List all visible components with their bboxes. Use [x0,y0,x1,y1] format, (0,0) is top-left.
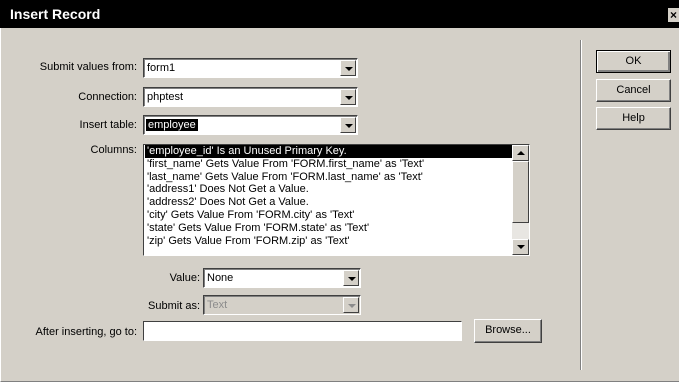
columns-list: 'employee_id' Is an Unused Primary Key. … [145,145,512,247]
browse-button[interactable]: Browse... [474,319,542,343]
arrow-up-icon[interactable] [512,145,529,161]
connection-select[interactable]: phptest [143,87,358,107]
scrollbar-thumb[interactable] [512,161,529,223]
submit-values-from-value: form1 [147,62,176,74]
list-item[interactable]: 'city' Gets Value From 'FORM.city' as 'T… [145,209,512,222]
submit-values-from-label: Submit values from: [39,61,137,73]
chevron-down-icon[interactable] [343,270,359,286]
submit-values-from-select[interactable]: form1 [143,58,358,78]
help-button[interactable]: Help [596,107,671,130]
list-item[interactable]: 'state' Gets Value From 'FORM.state' as … [145,222,512,235]
list-item[interactable]: 'address2' Does Not Get a Value. [145,196,512,209]
insert-table-select[interactable]: employee [143,115,358,135]
insert-table-value: employee [146,119,198,131]
list-item[interactable]: 'employee_id' Is an Unused Primary Key. [145,145,512,158]
list-item[interactable]: 'last_name' Gets Value From 'FORM.last_n… [145,171,512,184]
chevron-down-icon[interactable] [340,117,356,133]
value-label: Value: [169,272,200,284]
connection-label: Connection: [78,91,137,103]
after-inserting-label: After inserting, go to: [35,326,138,338]
arrow-down-icon[interactable] [512,239,529,255]
vertical-divider [580,40,582,370]
insert-table-label: Insert table: [79,119,137,131]
chevron-down-icon [343,297,359,313]
title-bar: Insert Record × [0,0,679,28]
connection-value: phptest [147,91,184,103]
value-select[interactable]: None [203,268,361,288]
columns-scrollbar[interactable] [512,145,529,255]
ok-button[interactable]: OK [596,50,671,73]
columns-listbox[interactable]: 'employee_id' Is an Unused Primary Key. … [143,144,530,256]
submit-as-label: Submit as: [148,300,200,312]
columns-label: Columns: [90,144,137,156]
chevron-down-icon[interactable] [340,89,356,105]
submit-as-value: Text [207,299,228,311]
after-inserting-input[interactable] [143,321,462,341]
cancel-button[interactable]: Cancel [596,79,671,102]
value-select-value: None [207,272,234,284]
submit-as-select[interactable]: Text [203,295,361,315]
chevron-down-icon[interactable] [340,60,356,76]
list-item[interactable]: 'zip' Gets Value From 'FORM.zip' as 'Tex… [145,235,512,248]
dialog-title: Insert Record [10,6,101,22]
list-item[interactable]: 'address1' Does Not Get a Value. [145,183,512,196]
close-icon[interactable]: × [668,8,679,22]
list-item[interactable]: 'first_name' Gets Value From 'FORM.first… [145,158,512,171]
